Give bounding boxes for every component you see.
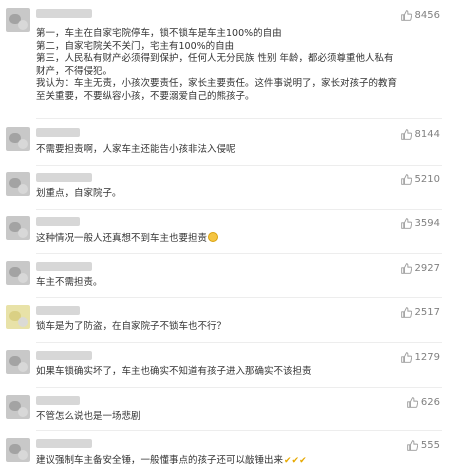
thumbs-up-icon [400,218,412,229]
like-button[interactable]: 2927 [400,263,440,274]
like-count: 3594 [414,218,440,229]
like-button[interactable]: 8456 [400,10,440,21]
username[interactable] [36,306,80,315]
comment-text: 不需要担责啊，人家车主还能告小孩非法入侵呢 [36,144,236,155]
username[interactable] [36,173,92,182]
thumbs-up-icon [400,129,412,140]
thumbs-up-icon [407,440,418,451]
like-count: 2927 [414,263,440,274]
like-button[interactable]: 8144 [400,129,440,140]
like-count: 1279 [414,352,440,363]
divider [36,342,442,343]
like-count: 5210 [414,174,440,185]
comment-text: 不管怎么说也是一场悲剧 [36,411,141,422]
comment-text: 第一，车主在自家宅院停车，锁不锁车是车主100%的自由 第二，自家宅院关不关门，… [36,28,398,102]
divider [36,165,442,166]
avatar[interactable] [6,8,30,32]
like-count: 2517 [414,307,440,318]
like-button[interactable]: 626 [407,397,440,408]
embarrassed-emoji-icon [208,232,219,242]
comment-text: 这种情况一般人还真想不到车主也要担责 [36,232,411,246]
divider [36,253,442,254]
username[interactable] [36,128,80,137]
avatar[interactable] [6,350,30,374]
comment-text: 锁车是为了防盗，在自家院子不锁车也不行？ [36,321,227,332]
avatar[interactable] [6,438,30,462]
comment-text: 如果车锁确实坏了，车主也确实不知道有孩子进入那确实不该担责 [36,366,312,377]
muscle-emoji-icon: ✔✔✔ [284,456,307,466]
avatar[interactable] [6,172,30,196]
like-button[interactable]: 2517 [400,307,440,318]
divider [36,297,442,298]
comment-text: 划重点，自家院子。 [36,188,122,199]
avatar[interactable] [6,216,30,240]
thumbs-up-icon [400,307,412,318]
thumbs-up-icon [400,10,412,21]
thumbs-up-icon [400,352,412,363]
username[interactable] [36,439,92,448]
username[interactable] [36,396,80,405]
comment-text: 车主不需担责。 [36,277,103,288]
divider [36,387,442,388]
like-count: 8144 [414,129,440,140]
username[interactable] [36,351,92,360]
like-button[interactable]: 555 [407,440,440,451]
like-button[interactable]: 3594 [400,218,440,229]
comment-text: 建议强制车主备安全锤，一般懂事点的孩子还可以敲锤出来✔✔✔ [36,455,307,466]
like-count: 626 [420,397,440,408]
avatar[interactable] [6,261,30,285]
thumbs-up-icon [400,174,412,185]
like-button[interactable]: 1279 [400,352,440,363]
username[interactable] [36,9,92,18]
thumbs-up-icon [407,397,418,408]
divider [36,118,442,119]
avatar[interactable] [6,305,30,329]
divider [36,430,442,431]
avatar[interactable] [6,127,30,151]
username[interactable] [36,262,92,271]
like-count: 8456 [414,10,440,21]
like-button[interactable]: 5210 [400,174,440,185]
username[interactable] [36,217,80,226]
like-count: 555 [420,440,440,451]
divider [36,209,442,210]
thumbs-up-icon [400,263,412,274]
avatar[interactable] [6,395,30,419]
